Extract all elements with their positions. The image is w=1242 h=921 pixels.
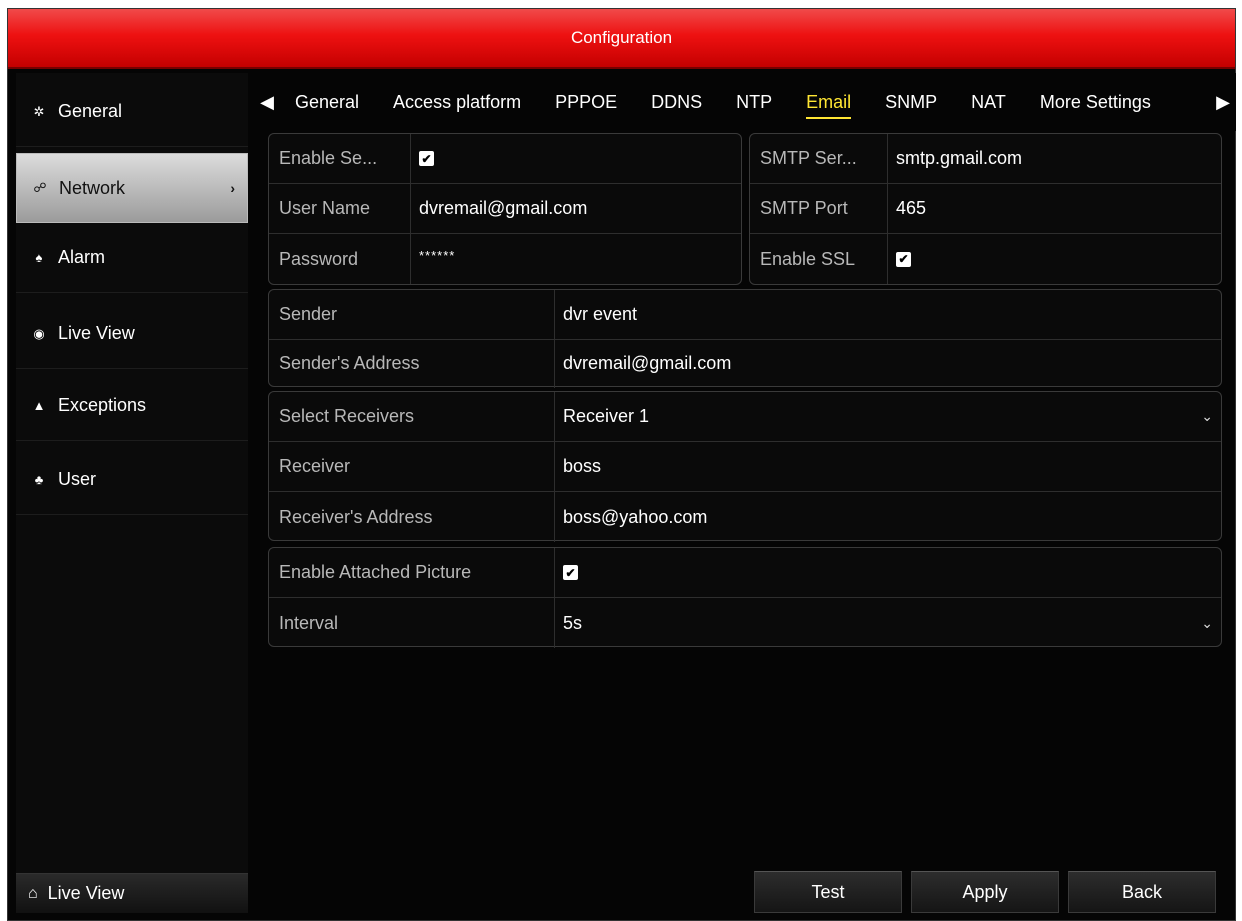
- attached-picture-checkbox[interactable]: ✔: [563, 565, 578, 580]
- sidebar-item-user[interactable]: ♣ User: [16, 445, 248, 515]
- receiver-panel: Select Receivers Receiver 1 ⌄ Receiver b…: [268, 391, 1222, 542]
- interval-dropdown[interactable]: 5s ⌄: [555, 598, 1221, 648]
- interval-label: Interval: [269, 598, 555, 648]
- interval-value: 5s: [563, 612, 583, 633]
- sender-row: Sender dvr event: [269, 290, 1221, 340]
- sidebar-item-live-view[interactable]: ◉ Live View: [16, 299, 248, 369]
- sidebar-item-network[interactable]: ☍ Network ›: [16, 153, 248, 223]
- sidebar-item-label: General: [58, 101, 123, 121]
- smtp-port-field[interactable]: 465: [888, 184, 1221, 233]
- sidebar-item-label: Live View: [58, 323, 135, 343]
- sidebar-item-label: Alarm: [58, 247, 106, 267]
- eye-icon: ◉: [33, 325, 45, 341]
- chevron-down-icon: ⌄: [1201, 408, 1213, 424]
- receiver-address-row: Receiver's Address boss@yahoo.com: [269, 492, 1221, 542]
- select-receivers-value: Receiver 1: [563, 406, 650, 426]
- sidebar-item-label: Network: [59, 177, 126, 198]
- sidebar-item-label: Exceptions: [58, 395, 147, 415]
- sidebar-item-general[interactable]: ✲ General: [16, 77, 248, 147]
- tab-more-settings[interactable]: More Settings: [1023, 92, 1168, 113]
- enable-auth-value: ✔: [411, 134, 741, 183]
- sidebar: ✲ General ☍ Network › ♠ Alarm ◉ Live Vie…: [16, 73, 248, 913]
- live-view-label: Live View: [47, 883, 125, 903]
- network-icon: ☍: [33, 180, 47, 195]
- ssl-row: Enable SSL ✔: [750, 234, 1221, 284]
- select-receivers-row: Select Receivers Receiver 1 ⌄: [269, 392, 1221, 442]
- enable-auth-label: Enable Se...: [269, 134, 411, 183]
- sender-address-field[interactable]: dvremail@gmail.com: [555, 338, 1221, 388]
- smtp-port-row: SMTP Port 465: [750, 184, 1221, 234]
- smtp-server-label: SMTP Ser...: [750, 134, 888, 183]
- sidebar-item-alarm[interactable]: ♠ Alarm: [16, 223, 248, 293]
- receiver-row: Receiver boss: [269, 442, 1221, 492]
- tab-ddns[interactable]: DDNS: [634, 92, 719, 113]
- tab-bar: ◀ General Access platform PPPOE DDNS NTP…: [256, 73, 1236, 131]
- gear-icon: ✲: [33, 103, 45, 119]
- smtp-panel: SMTP Ser... smtp.gmail.com SMTP Port 465…: [749, 133, 1222, 285]
- receiver-address-label: Receiver's Address: [269, 492, 555, 542]
- interval-row: Interval 5s ⌄: [269, 598, 1221, 648]
- password-label: Password: [269, 234, 411, 284]
- enable-auth-checkbox[interactable]: ✔: [419, 151, 434, 166]
- select-receivers-dropdown[interactable]: Receiver 1 ⌄: [555, 392, 1221, 441]
- test-button[interactable]: Test: [754, 871, 902, 913]
- ssl-checkbox[interactable]: ✔: [896, 251, 911, 267]
- sender-label: Sender: [269, 290, 555, 339]
- tab-general[interactable]: General: [278, 92, 376, 113]
- attached-picture-row: Enable Attached Picture ✔: [269, 548, 1221, 598]
- smtp-port-label: SMTP Port: [750, 184, 888, 233]
- password-field[interactable]: ******: [411, 234, 741, 284]
- receiver-field[interactable]: boss: [555, 442, 1221, 491]
- password-row: Password ******: [269, 234, 741, 284]
- window-title: Configuration: [8, 9, 1235, 69]
- tab-access-platform[interactable]: Access platform: [376, 92, 538, 113]
- attached-picture-value: ✔: [555, 548, 1221, 597]
- smtp-server-row: SMTP Ser... smtp.gmail.com: [750, 134, 1221, 184]
- ssl-value: ✔: [888, 234, 1221, 284]
- apply-button[interactable]: Apply: [911, 871, 1059, 913]
- tab-scroll-right-icon[interactable]: ▶: [1210, 73, 1236, 131]
- users-icon: ♣: [34, 472, 44, 487]
- sidebar-item-exceptions[interactable]: ▲ Exceptions: [16, 371, 248, 441]
- live-view-button[interactable]: ⌂ Live View: [16, 873, 248, 913]
- attached-picture-label: Enable Attached Picture: [269, 548, 555, 597]
- sender-field[interactable]: dvr event: [555, 290, 1221, 339]
- sidebar-item-label: User: [58, 469, 97, 489]
- receiver-address-field[interactable]: boss@yahoo.com: [555, 492, 1221, 542]
- tab-email[interactable]: Email: [789, 92, 868, 119]
- sender-address-row: Sender's Address dvremail@gmail.com: [269, 338, 1221, 388]
- configuration-window: Configuration ✲ General ☍ Network › ♠ Al…: [7, 8, 1236, 921]
- select-receivers-label: Select Receivers: [269, 392, 555, 441]
- ssl-label: Enable SSL: [750, 234, 888, 284]
- username-label: User Name: [269, 184, 411, 233]
- sender-panel: Sender dvr event Sender's Address dvrema…: [268, 289, 1222, 388]
- auth-panel: Enable Se... ✔ User Name dvremail@gmail.…: [268, 133, 742, 285]
- tab-ntp[interactable]: NTP: [719, 92, 789, 113]
- back-button[interactable]: Back: [1068, 871, 1216, 913]
- chevron-right-icon: ›: [230, 180, 235, 196]
- home-icon: ⌂: [28, 884, 38, 902]
- tab-pppoe[interactable]: PPPOE: [538, 92, 634, 113]
- warning-icon: ▲: [32, 398, 46, 413]
- username-row: User Name dvremail@gmail.com: [269, 184, 741, 234]
- tab-snmp[interactable]: SNMP: [868, 92, 954, 113]
- receiver-label: Receiver: [269, 442, 555, 491]
- smtp-server-field[interactable]: smtp.gmail.com: [888, 134, 1221, 183]
- bell-icon: ♠: [35, 250, 43, 265]
- tab-scroll-left-icon[interactable]: ◀: [256, 92, 278, 113]
- chevron-down-icon: ⌄: [1201, 614, 1213, 631]
- attachment-panel: Enable Attached Picture ✔ Interval 5s ⌄: [268, 547, 1222, 648]
- username-field[interactable]: dvremail@gmail.com: [411, 184, 741, 233]
- tab-nat[interactable]: NAT: [954, 92, 1023, 113]
- password-value: ******: [419, 247, 456, 263]
- enable-auth-row: Enable Se... ✔: [269, 134, 741, 184]
- sender-address-label: Sender's Address: [269, 338, 555, 388]
